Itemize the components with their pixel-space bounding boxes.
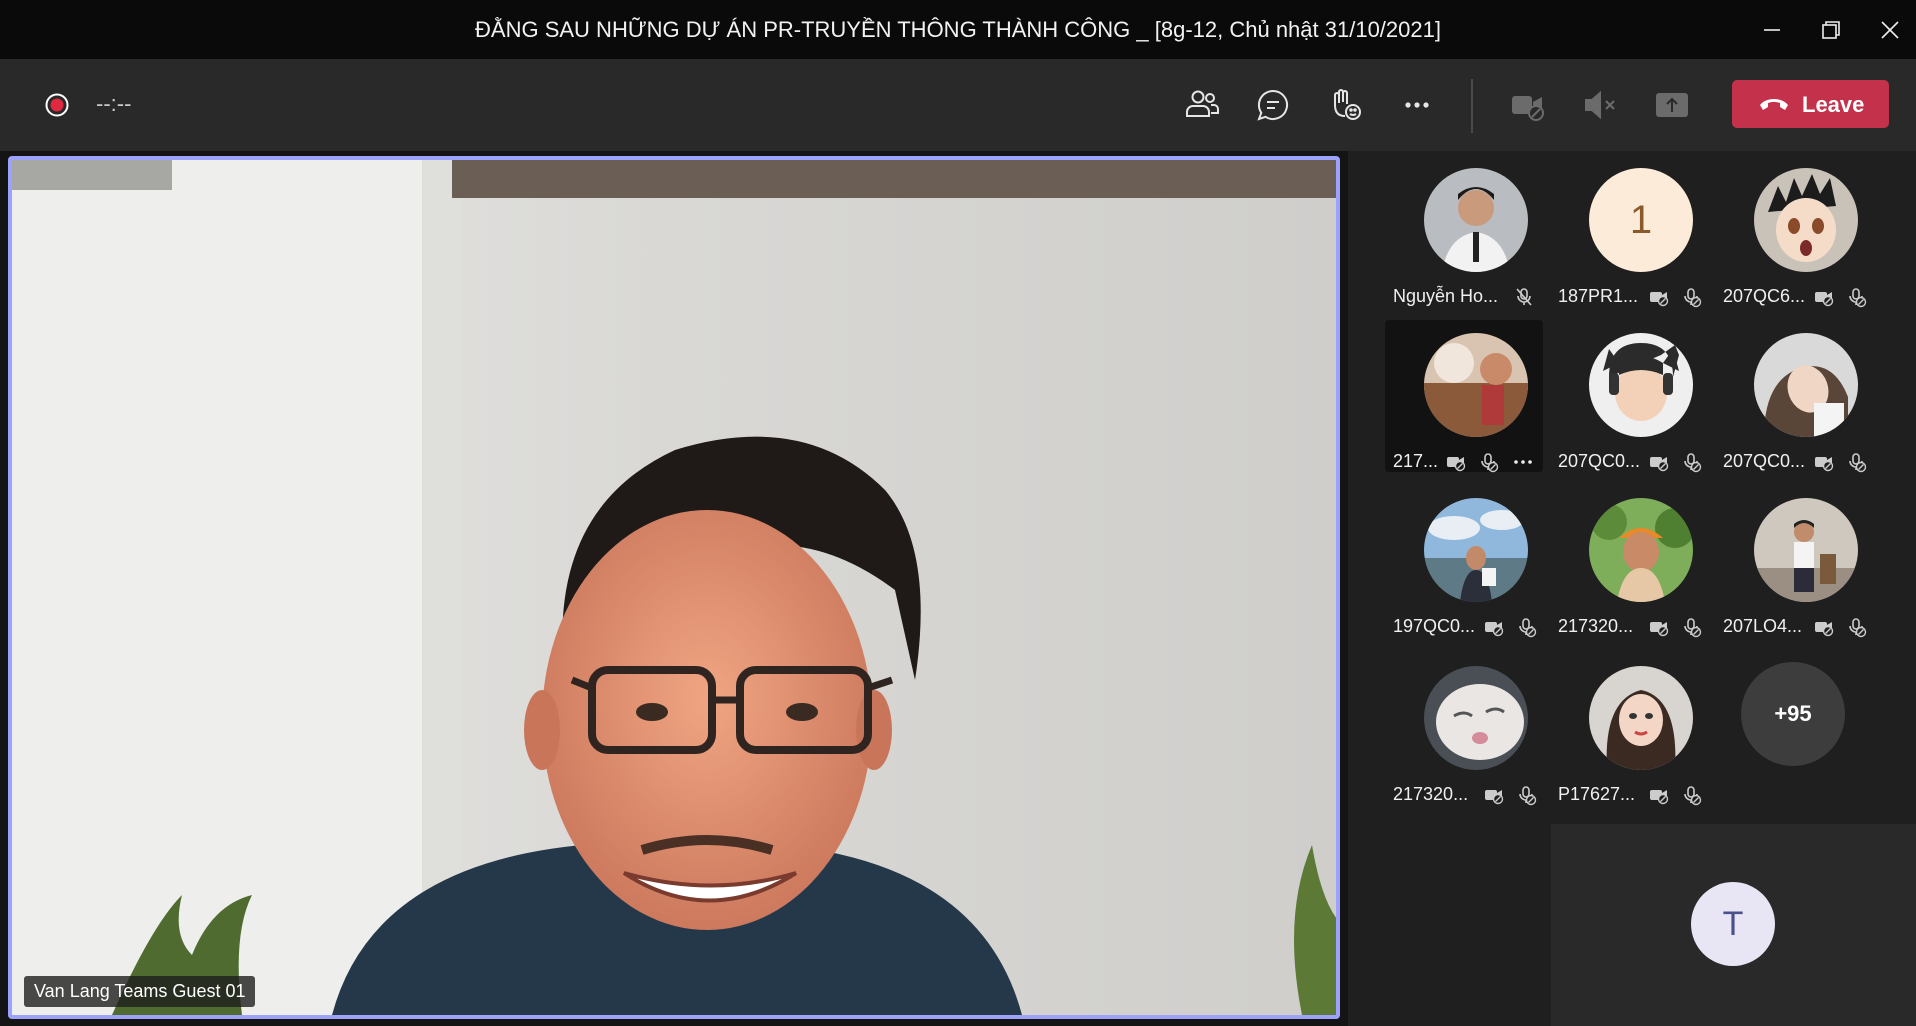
speaker-name-label: Van Lang Teams Guest 01 [24,976,256,1007]
leave-button[interactable]: Leave [1732,80,1889,128]
mic-off-icon [1519,786,1537,806]
participant-tile[interactable]: P17627... [1550,653,1715,813]
participant-avatar [1424,168,1528,272]
participant-avatar [1754,333,1858,437]
participant-name: 217320... [1393,784,1469,804]
mic-off-icon [1481,453,1499,473]
more-actions-icon[interactable] [1395,83,1439,127]
minimize-icon[interactable] [1752,10,1792,50]
leave-label: Leave [1802,92,1865,117]
camera-off-icon [1650,622,1669,637]
camera-off-icon [1815,292,1834,307]
participant-name: P17627... [1558,784,1636,804]
mic-off-icon [1684,288,1702,308]
participant-name: 217320... [1558,616,1634,636]
participant-tile[interactable]: Nguyễn Ho... [1385,155,1550,315]
mic-off-icon [1684,618,1702,638]
participant-avatar [1424,498,1528,602]
participant-name: Nguyễn Ho... [1393,286,1499,306]
window-title: ĐẰNG SAU NHỮNG DỰ ÁN PR-TRUYỀN THÔNG THÀ… [475,17,1441,42]
participant-avatar [1754,498,1858,602]
camera-off-icon [1815,622,1834,637]
hang-up-icon [1760,99,1788,110]
camera-off-icon [1815,457,1834,472]
mic-off-icon [1849,288,1867,308]
participant-avatar [1589,666,1693,770]
participant-name: 187PR1... [1558,286,1639,306]
participant-tile[interactable]: 1 187PR1... [1550,155,1715,315]
more-options-icon[interactable] [1512,451,1534,473]
speaker-video-frame [12,160,1336,1015]
restore-icon[interactable] [1811,10,1851,50]
participant-name: 197QC0... [1393,616,1476,636]
participant-tile[interactable]: 207LO4... [1715,485,1880,645]
mic-off-icon [1519,618,1537,638]
people-icon[interactable] [1180,83,1224,127]
participant-name: 207QC0... [1558,451,1641,471]
mic-off-icon [1684,786,1702,806]
camera-off-icon [1447,457,1466,472]
participant-avatar [1589,498,1693,602]
participant-avatar: 1 [1589,168,1693,272]
camera-off-icon [1485,790,1504,805]
mic-off-icon [1684,453,1702,473]
share-screen-icon[interactable] [1650,83,1694,127]
participant-tile[interactable]: 207QC0... [1550,320,1715,480]
self-view: T [1551,824,1916,1026]
mic-off-icon[interactable] [1578,83,1622,127]
chat-icon[interactable] [1251,83,1295,127]
camera-off-icon [1650,457,1669,472]
participant-name: 207QC0... [1723,451,1806,471]
participant-name: 207QC6... [1723,286,1806,306]
toolbar-divider [1471,79,1473,133]
recording-icon [45,93,69,117]
participant-tile[interactable]: 217320... [1550,485,1715,645]
participant-tile[interactable]: 207QC0... [1715,320,1880,480]
close-icon[interactable] [1870,10,1910,50]
participant-name: 207LO4... [1723,616,1803,636]
participant-tile[interactable]: 197QC0... [1385,485,1550,645]
participant-avatar [1589,333,1693,437]
mic-off-icon [1516,288,1532,306]
camera-off-icon [1650,790,1669,805]
mic-off-icon [1849,453,1867,473]
camera-off-icon[interactable] [1506,83,1550,127]
participant-avatar [1754,168,1858,272]
participant-tile[interactable]: 207QC6... [1715,155,1880,315]
participant-avatar [1424,666,1528,770]
title-bar: ĐẰNG SAU NHỮNG DỰ ÁN PR-TRUYỀN THÔNG THÀ… [0,0,1916,59]
participant-name: 217... [1393,451,1439,471]
camera-off-icon [1485,622,1504,637]
participant-tile[interactable]: 217320... [1385,653,1550,813]
more-participants-button[interactable]: +95 [1741,662,1845,766]
participant-avatar [1424,333,1528,437]
active-speaker-video[interactable]: Van Lang Teams Guest 01 [8,156,1340,1019]
self-avatar: T [1691,882,1775,966]
participant-tile[interactable]: 217... [1385,320,1543,473]
meeting-toolbar: --:-- Leave [0,59,1916,151]
raise-hand-icon[interactable] [1323,83,1367,127]
meeting-timer: --:-- [96,91,132,116]
mic-off-icon [1849,618,1867,638]
camera-off-icon [1650,292,1669,307]
